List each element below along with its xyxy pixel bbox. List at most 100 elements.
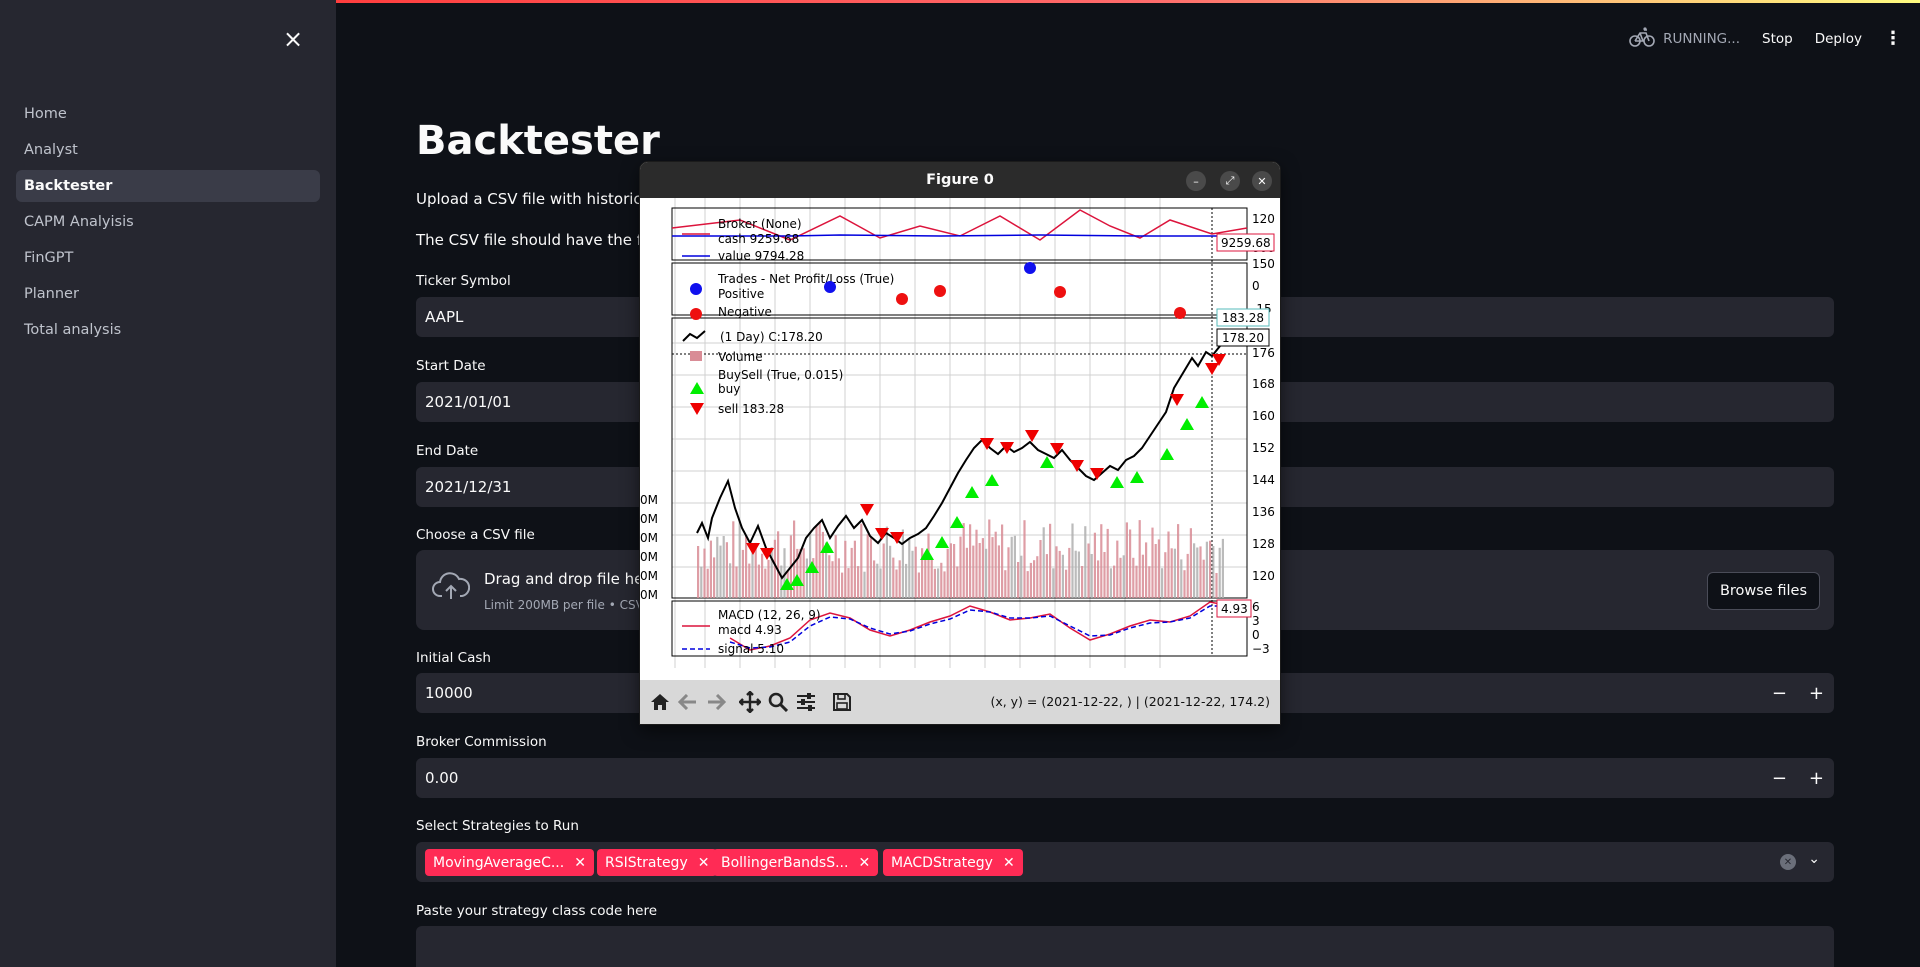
- volume-bar: [802, 548, 805, 598]
- svg-text:3: 3: [1252, 614, 1260, 628]
- volume-bar: [805, 558, 808, 598]
- save-icon[interactable]: [828, 688, 856, 716]
- volume-bar: [997, 545, 1000, 598]
- volume-bar: [988, 519, 991, 598]
- svg-text:−3: −3: [1252, 642, 1270, 656]
- volume-bar: [908, 538, 911, 598]
- svg-text:Positive: Positive: [718, 287, 764, 301]
- svg-text:Negative: Negative: [718, 305, 772, 319]
- volume-bar: [1167, 531, 1170, 598]
- remove-tag-icon[interactable]: ✕: [858, 855, 870, 871]
- volume-bar: [1052, 568, 1055, 598]
- sidebar-item-backtester[interactable]: Backtester: [16, 170, 320, 202]
- volume-bar: [1065, 569, 1068, 598]
- configure-subplots-icon[interactable]: [792, 688, 820, 716]
- svg-text:0: 0: [1252, 279, 1260, 293]
- deploy-button[interactable]: Deploy: [1815, 31, 1862, 47]
- volume-bar: [1199, 546, 1202, 598]
- home-icon[interactable]: [646, 688, 674, 716]
- volume-bar: [1154, 544, 1157, 598]
- volume-bar: [1157, 539, 1160, 598]
- volume-bar: [1039, 540, 1042, 598]
- volume-bar: [991, 537, 994, 598]
- chevron-down-icon[interactable]: ⌄: [1808, 851, 1820, 867]
- volume-bar: [748, 563, 751, 598]
- sidebar-item-planner[interactable]: Planner: [16, 278, 320, 310]
- volume-bar: [953, 544, 956, 598]
- volume-bar: [1007, 547, 1010, 598]
- back-arrow-icon[interactable]: [674, 688, 702, 716]
- minimize-window-icon[interactable]: –: [1186, 171, 1206, 191]
- increment-icon[interactable]: +: [1809, 768, 1824, 789]
- stop-button[interactable]: Stop: [1762, 31, 1793, 47]
- volume-bar: [965, 547, 968, 598]
- remove-tag-icon[interactable]: ✕: [698, 855, 710, 871]
- forward-arrow-icon[interactable]: [702, 688, 730, 716]
- dropzone-limit: Limit 200MB per file • CSV: [484, 598, 644, 612]
- commission-input[interactable]: 0.00 − +: [416, 758, 1834, 798]
- volume-bar: [1202, 559, 1205, 598]
- pan-icon[interactable]: [736, 688, 764, 716]
- broker-legend: Broker (None) cash 9259.68 value 9794.28: [682, 217, 804, 263]
- volume-bar: [735, 566, 738, 598]
- svg-text:cash 9259.68: cash 9259.68: [718, 232, 799, 246]
- main-menu-icon[interactable]: ⋮: [1884, 30, 1902, 48]
- increment-icon[interactable]: +: [1809, 683, 1824, 704]
- volume-bar: [946, 548, 949, 598]
- svg-text:160: 160: [1252, 409, 1275, 423]
- svg-text:150: 150: [1252, 257, 1275, 271]
- volume-bar: [905, 563, 908, 598]
- volume-bar: [1218, 547, 1221, 598]
- svg-text:macd 4.93: macd 4.93: [718, 623, 782, 637]
- svg-text:128: 128: [1252, 537, 1275, 551]
- volume-bar: [1077, 551, 1080, 598]
- decrement-icon[interactable]: −: [1772, 683, 1787, 704]
- volume-bar: [821, 531, 824, 598]
- strategy-code-textarea[interactable]: [416, 926, 1834, 967]
- volume-bar: [1151, 527, 1154, 598]
- sidebar-item-home[interactable]: Home: [16, 98, 320, 130]
- close-sidebar-icon[interactable]: ×: [282, 27, 304, 51]
- svg-text:sell 183.28: sell 183.28: [718, 402, 784, 416]
- browse-files-button[interactable]: Browse files: [1706, 572, 1820, 610]
- remove-tag-icon[interactable]: ✕: [1003, 855, 1015, 871]
- zoom-icon[interactable]: [764, 688, 792, 716]
- volume-bar: [940, 562, 943, 598]
- volume-bar: [1042, 527, 1045, 598]
- clear-all-icon[interactable]: ✕: [1780, 854, 1796, 870]
- strategies-multiselect[interactable]: MovingAverageC... ✕ RSIStrategy ✕ Bollinge…: [416, 842, 1834, 882]
- decrement-icon[interactable]: −: [1772, 768, 1787, 789]
- svg-text:4.93: 4.93: [1221, 602, 1248, 616]
- volume-bar: [1084, 526, 1087, 598]
- volume-bar: [1189, 528, 1192, 598]
- volume-bar: [930, 558, 933, 598]
- volume-bar: [937, 568, 940, 598]
- volume-bar: [1129, 529, 1132, 598]
- volume-bar: [981, 538, 984, 598]
- strategy-tag: BollingerBandsS... ✕: [713, 849, 879, 876]
- volume-bar: [751, 548, 754, 598]
- sidebar-item-total-analysis[interactable]: Total analysis: [16, 314, 320, 346]
- svg-text:0M: 0M: [640, 493, 658, 507]
- close-window-icon[interactable]: ✕: [1252, 171, 1272, 191]
- running-status: RUNNING...: [1629, 26, 1740, 52]
- volume-bar: [1193, 543, 1196, 598]
- volume-bar: [901, 529, 904, 598]
- sidebar-item-fingpt[interactable]: FinGPT: [16, 242, 320, 274]
- volume-bar: [917, 572, 920, 598]
- volume-bar: [709, 540, 712, 598]
- volume-bar: [837, 558, 840, 598]
- volume-bar: [764, 568, 767, 598]
- figure-canvas[interactable]: Broker (None) cash 9259.68 value 9794.28…: [640, 198, 1280, 680]
- volume-bar: [700, 566, 703, 598]
- sidebar-item-capm-analysis[interactable]: CAPM Analyisis: [16, 206, 320, 238]
- sidebar-item-analyst[interactable]: Analyst: [16, 134, 320, 166]
- remove-tag-icon[interactable]: ✕: [574, 855, 586, 871]
- volume-bar: [1205, 541, 1208, 598]
- volume-bar: [1090, 554, 1093, 598]
- backtest-plot: Broker (None) cash 9259.68 value 9794.28…: [640, 198, 1275, 668]
- volume-bar: [1061, 554, 1064, 598]
- volume-bar: [706, 568, 709, 598]
- maximize-window-icon[interactable]: ⤢: [1220, 171, 1240, 191]
- csv-format-instructions: The CSV file should have the follo: [416, 231, 669, 249]
